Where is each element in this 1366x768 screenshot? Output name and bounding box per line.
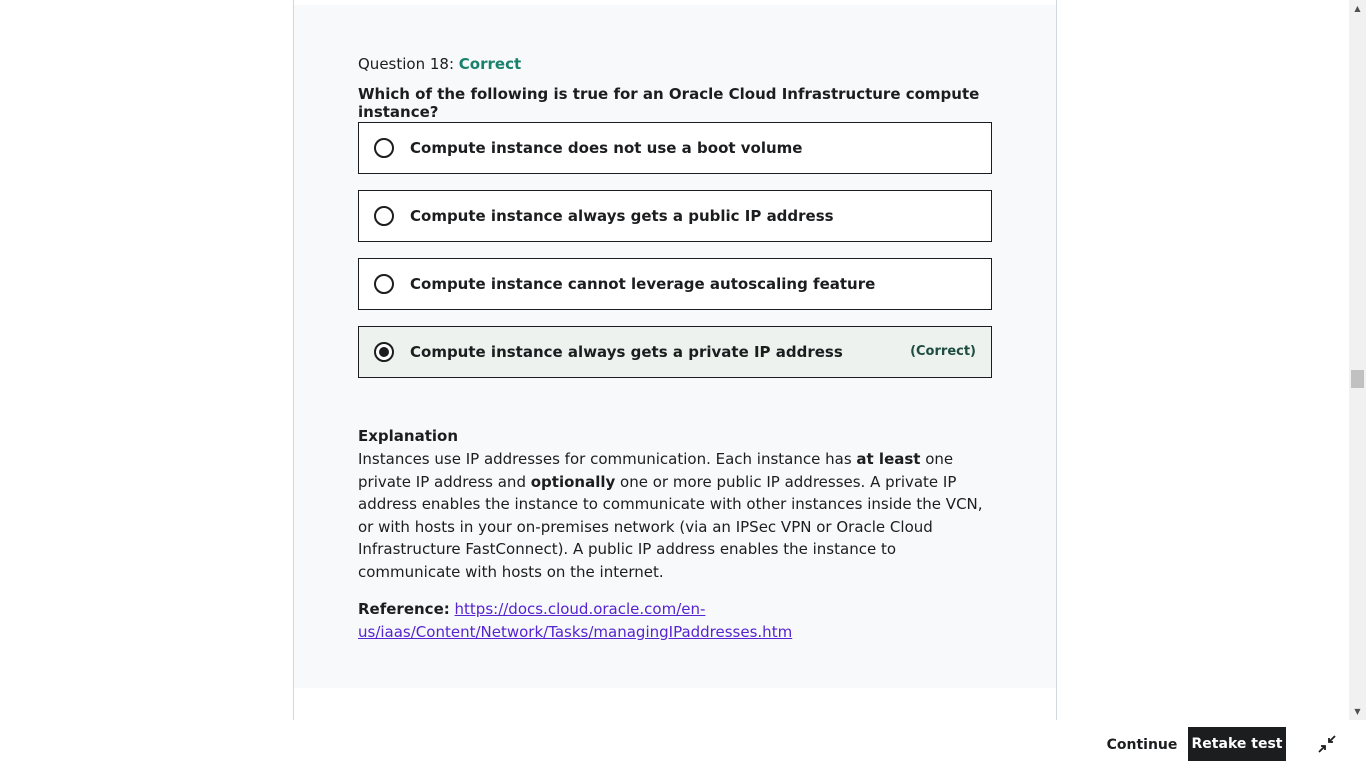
answer-option-label: Compute instance always gets a public IP… — [410, 207, 834, 225]
radio-button[interactable] — [374, 274, 394, 294]
answer-option-label: Compute instance always gets a private I… — [410, 343, 843, 361]
reference: Reference: https://docs.cloud.oracle.com… — [358, 598, 998, 644]
radio-dot — [379, 347, 389, 357]
answer-option[interactable]: Compute instance always gets a public IP… — [358, 190, 992, 242]
explanation-text: Instances use IP addresses for communica… — [358, 450, 857, 468]
answer-option[interactable]: Compute instance does not use a boot vol… — [358, 122, 992, 174]
scroll-thumb[interactable] — [1351, 370, 1364, 388]
reference-label: Reference: — [358, 600, 450, 618]
answer-option-label: Compute instance does not use a boot vol… — [410, 139, 803, 157]
question-header: Question 18: Correct — [358, 55, 521, 73]
vertical-scrollbar[interactable]: ▲ ▼ — [1349, 0, 1366, 720]
explanation-bold: optionally — [530, 472, 616, 491]
answer-option[interactable]: Compute instance cannot leverage autosca… — [358, 258, 992, 310]
answer-option-label: Compute instance cannot leverage autosca… — [410, 275, 876, 293]
question-status: Correct — [458, 55, 522, 73]
scroll-down-icon[interactable]: ▼ — [1349, 703, 1366, 720]
question-card: Question 18: Correct Which of the follow… — [293, 0, 1057, 720]
radio-button[interactable] — [374, 206, 394, 226]
question-text: Which of the following is true for an Or… — [358, 85, 980, 121]
question-panel: Question 18: Correct Which of the follow… — [294, 5, 1056, 688]
answer-option-selected[interactable]: Compute instance always gets a private I… — [358, 326, 992, 378]
content-viewport: Question 18: Correct Which of the follow… — [0, 0, 1349, 720]
retake-test-button[interactable]: Retake test — [1188, 727, 1286, 761]
explanation-bold: at least — [856, 450, 921, 468]
continue-button[interactable]: Continue — [1103, 728, 1181, 761]
radio-button[interactable] — [374, 138, 394, 158]
question-number: Question 18: — [358, 55, 454, 73]
radio-button-selected[interactable] — [374, 342, 394, 362]
scroll-up-icon[interactable]: ▲ — [1349, 0, 1366, 17]
collapse-icon[interactable] — [1312, 729, 1342, 759]
explanation-body: Instances use IP addresses for communica… — [358, 448, 998, 583]
explanation-title: Explanation — [358, 427, 459, 445]
correct-tag: (Correct) — [910, 344, 976, 359]
